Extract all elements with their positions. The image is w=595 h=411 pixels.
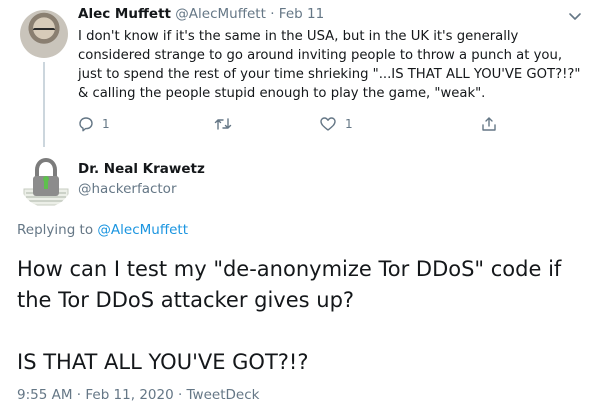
reply-count: 1	[102, 117, 110, 131]
tweet-actions: 1 1	[78, 116, 508, 136]
thread-connector-line	[43, 62, 45, 147]
like-count: 1	[345, 117, 353, 131]
user-handle[interactable]: @AlecMuffett	[175, 6, 266, 22]
meta-separator: ·	[270, 6, 275, 22]
reply-action[interactable]: 1	[78, 116, 110, 132]
avatar-glasses	[33, 28, 55, 36]
tweet-date[interactable]: Feb 11	[279, 6, 324, 22]
parent-tweet-header: Alec Muffett @AlecMuffett · Feb 11	[78, 6, 324, 22]
replying-to: Replying to @AlecMuffett	[17, 222, 188, 238]
tweet-timestamp[interactable]: 9:55 AM · Feb 11, 2020 · TweetDeck	[17, 387, 259, 403]
avatar[interactable]	[20, 155, 72, 207]
heart-icon	[320, 117, 336, 131]
user-handle[interactable]: @hackerfactor	[78, 181, 177, 197]
replying-to-prefix: Replying to	[17, 222, 94, 238]
tweet-paragraph: How can I test my "de-anonymize Tor DDoS…	[17, 257, 562, 312]
retweet-icon	[214, 118, 232, 130]
share-action[interactable]	[481, 116, 497, 132]
like-action[interactable]: 1	[319, 116, 353, 132]
display-name[interactable]: Dr. Neal Krawetz	[78, 161, 205, 177]
share-icon	[482, 117, 496, 131]
tweet-thread: Alec Muffett @AlecMuffett · Feb 11 I don…	[0, 0, 595, 411]
replying-to-link[interactable]: @AlecMuffett	[97, 222, 188, 238]
tweet-paragraph: IS THAT ALL YOU'VE GOT?!?	[17, 350, 309, 374]
reply-icon	[79, 117, 93, 132]
parent-tweet-text: I don't know if it's the same in the USA…	[78, 29, 581, 101]
avatar[interactable]	[20, 10, 68, 58]
main-tweet-text: How can I test my "de-anonymize Tor DDoS…	[17, 254, 582, 378]
retweet-action[interactable]	[213, 116, 241, 132]
display-name[interactable]: Alec Muffett	[78, 6, 171, 22]
chevron-down-icon[interactable]	[568, 10, 582, 24]
